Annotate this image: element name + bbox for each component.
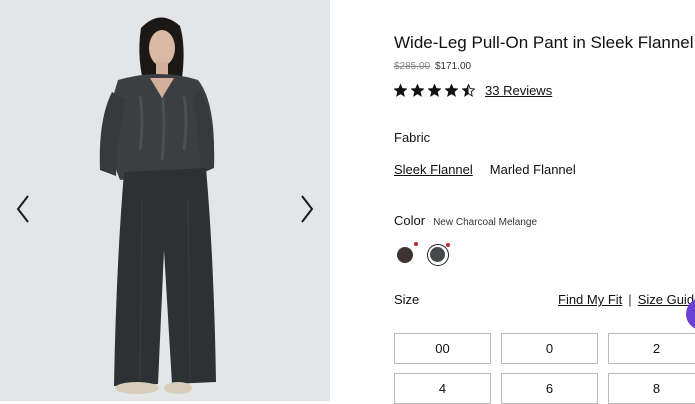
chevron-right-icon [301,195,314,223]
original-price: $285.00 [394,61,431,72]
star-full-icon [411,83,424,97]
size-guide-link[interactable]: Size Guide [638,292,695,307]
star-full-icon [394,83,407,97]
size-links: Find My Fit | Size Guide [558,292,695,307]
next-image-button[interactable] [294,192,318,226]
selected-color-name: New Charcoal Melange [433,217,538,228]
star-rating [394,83,475,97]
previous-image-button[interactable] [12,192,36,226]
size-option-2[interactable]: 2 [608,333,695,364]
size-option-4[interactable]: 4 [394,373,491,404]
swatch-fill [430,247,445,262]
fabric-options: Sleek Flannel Marled Flannel [394,162,576,177]
swatch-indicator-dot [446,243,450,247]
chevron-left-icon [16,195,29,223]
swatch-fill [397,247,413,263]
reviews-link[interactable]: 33 Reviews [485,83,552,98]
product-title: Wide-Leg Pull-On Pant in Sleek Flannel [394,33,694,52]
swatch-indicator-dot [414,242,418,246]
product-photo [0,0,330,401]
star-half-icon [462,83,475,97]
size-option-6[interactable]: 6 [501,373,598,404]
fabric-option-sleek-flannel[interactable]: Sleek Flannel [394,162,473,177]
star-full-icon [445,83,458,97]
color-label: Color [394,213,426,228]
fabric-option-marled-flannel[interactable]: Marled Flannel [490,162,576,177]
sale-price: $171.00 [434,61,472,72]
find-my-fit-link[interactable]: Find My Fit [558,292,622,307]
size-option-8[interactable]: 8 [608,373,695,404]
size-option-0[interactable]: 0 [501,333,598,364]
product-image-gallery [0,0,330,401]
price: $285.00 $171.00 [394,61,471,72]
color-swatch-2-selected[interactable] [427,243,450,266]
color-swatch-1[interactable] [394,242,418,266]
product-details-panel: Wide-Leg Pull-On Pant in Sleek Flannel $… [330,0,695,404]
size-option-00[interactable]: 00 [394,333,491,364]
color-header: Color New Charcoal Melange [394,213,537,228]
size-label: Size [394,292,420,307]
star-full-icon [428,83,441,97]
link-separator: | [628,292,632,307]
rating: 33 Reviews [394,82,552,98]
color-swatches [394,242,450,266]
fabric-label: Fabric [394,130,431,145]
